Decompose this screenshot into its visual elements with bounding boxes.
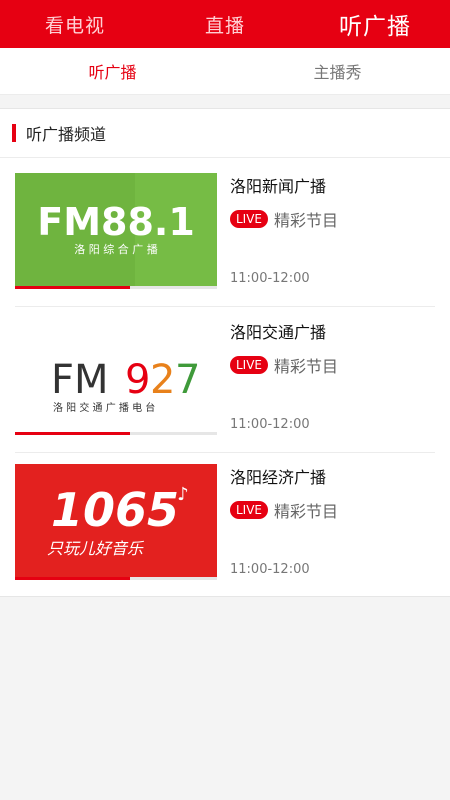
subtab-listen-radio[interactable]: 听广播	[0, 59, 225, 83]
program-time: 11:00-12:00	[230, 417, 310, 432]
fm881-logo-graphic: FM88.1 洛 阳 综 合 广 播	[15, 173, 217, 287]
station-info: 洛阳经济广播 LIVE 精彩节目 11:00-12:00	[230, 464, 435, 580]
1065-logo-subtext: 只玩儿好音乐	[47, 539, 145, 558]
station-name: 洛阳新闻广播	[230, 177, 327, 196]
tab-live[interactable]: 直播	[150, 11, 300, 38]
live-badge: LIVE	[230, 210, 269, 228]
station-logo-fm927: FM 9 2 7 洛 阳 交 通 广 播 电 台	[15, 319, 217, 433]
radio-channel-section: 听广播频道 FM88.1 洛 阳 综 合 广 播 洛阳新闻广播 LIVE 精彩节…	[0, 108, 450, 597]
1065-logo-text: 1065	[51, 483, 179, 537]
live-row: LIVE 精彩节目	[230, 353, 338, 377]
station-name: 洛阳交通广播	[230, 323, 327, 342]
live-row: LIVE 精彩节目	[230, 498, 338, 522]
play-progress-bar	[15, 432, 217, 435]
tab-radio[interactable]: 听广播	[300, 7, 450, 41]
station-item-traffic[interactable]: FM 9 2 7 洛 阳 交 通 广 播 电 台 洛阳交通广播 LIVE 精彩节…	[15, 319, 435, 453]
program-name: 精彩节目	[274, 211, 339, 230]
section-title: 听广播频道	[26, 125, 107, 144]
fm927-logo-digit-2: 2	[150, 357, 175, 403]
play-progress-fill	[15, 577, 131, 580]
fm881-logo-subtext: 洛 阳 综 合 广 播	[74, 242, 157, 256]
fm927-logo-subtext: 洛 阳 交 通 广 播 电 台	[53, 401, 155, 414]
program-name: 精彩节目	[274, 502, 339, 521]
program-time: 11:00-12:00	[230, 271, 310, 286]
item-divider	[15, 452, 435, 453]
station-info: 洛阳新闻广播 LIVE 精彩节目 11:00-12:00	[230, 173, 435, 289]
sub-tab-bar: 听广播 主播秀	[0, 48, 450, 95]
fm927-logo-fm: FM	[51, 357, 109, 403]
item-divider	[15, 306, 435, 307]
live-badge: LIVE	[230, 356, 269, 374]
station-item-economy[interactable]: 1065 ♪ 只玩儿好音乐 洛阳经济广播 LIVE 精彩节目 11:00-12:…	[15, 464, 435, 584]
fm927-logo-digit-7: 7	[175, 357, 200, 403]
live-badge: LIVE	[230, 501, 269, 519]
station-name: 洛阳经济广播	[230, 468, 327, 487]
fm881-logo-text: FM88.1	[37, 200, 195, 244]
play-progress-bar	[15, 577, 217, 580]
subtab-host-show[interactable]: 主播秀	[225, 59, 450, 83]
music-note-icon: ♪	[177, 484, 189, 505]
station-logo-1065: 1065 ♪ 只玩儿好音乐	[15, 464, 217, 578]
program-time: 11:00-12:00	[230, 562, 310, 577]
station-info: 洛阳交通广播 LIVE 精彩节目 11:00-12:00	[230, 319, 435, 435]
fm927-logo-graphic: FM 9 2 7 洛 阳 交 通 广 播 电 台	[15, 319, 217, 433]
play-progress-fill	[15, 432, 131, 435]
play-progress-bar	[15, 286, 217, 289]
live-row: LIVE 精彩节目	[230, 207, 338, 231]
tab-watch-tv[interactable]: 看电视	[0, 11, 150, 38]
play-progress-fill	[15, 286, 131, 289]
1065-logo-graphic: 1065 ♪ 只玩儿好音乐	[15, 464, 217, 578]
section-header: 听广播频道	[0, 109, 450, 158]
fm927-logo-digit-9: 9	[125, 357, 150, 403]
top-tab-bar: 看电视 直播 听广播	[0, 0, 450, 48]
station-item-news[interactable]: FM88.1 洛 阳 综 合 广 播 洛阳新闻广播 LIVE 精彩节目 11:0…	[15, 173, 435, 307]
program-name: 精彩节目	[274, 357, 339, 376]
section-marker	[12, 124, 16, 142]
station-logo-fm881: FM88.1 洛 阳 综 合 广 播	[15, 173, 217, 287]
